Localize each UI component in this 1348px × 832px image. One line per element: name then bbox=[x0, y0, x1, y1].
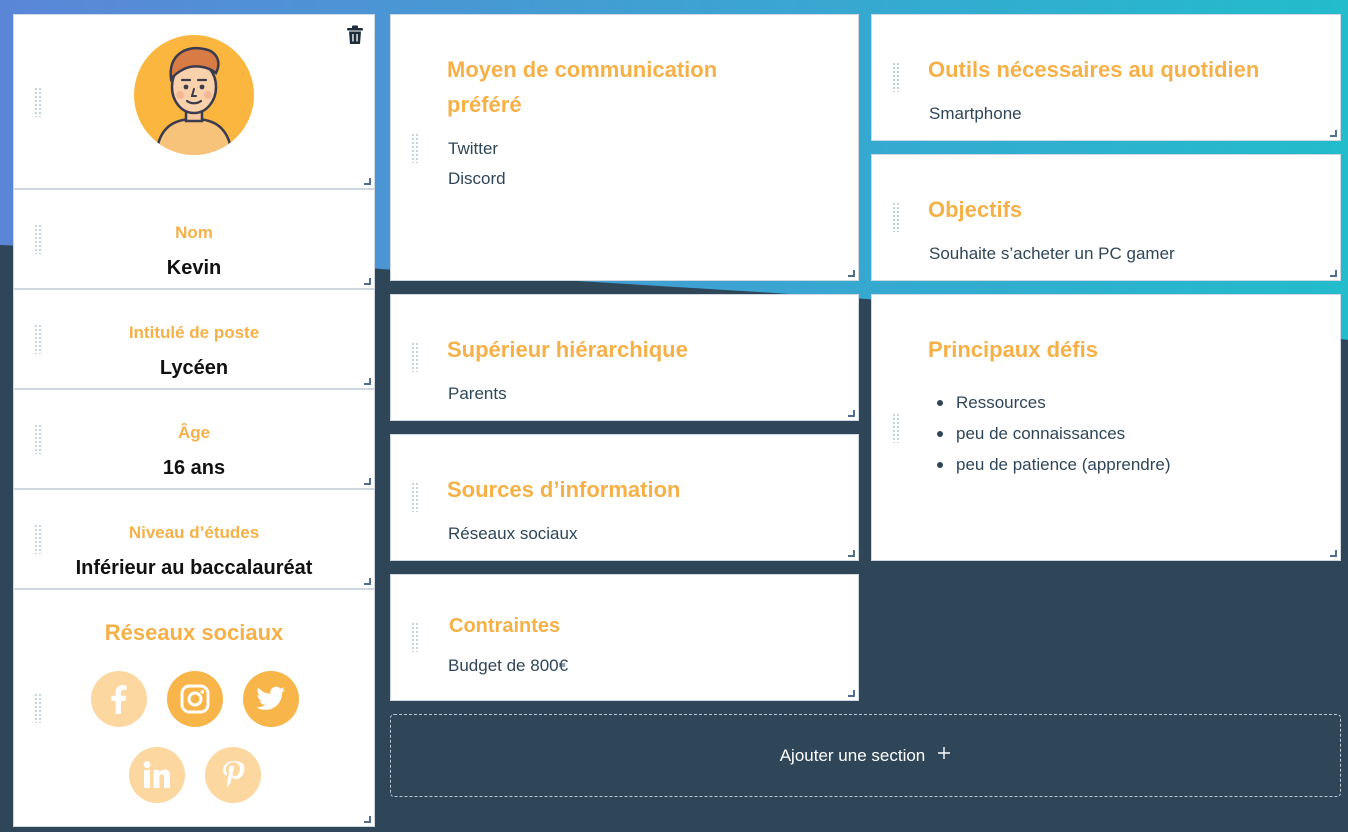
instagram-icon[interactable] bbox=[167, 671, 223, 727]
field-label: Niveau d’études bbox=[128, 523, 260, 542]
section-card-defis[interactable]: Principaux défis Ressources peu de conna… bbox=[871, 294, 1341, 561]
section-title: Contraintes bbox=[449, 615, 561, 637]
section-text: Réseaux sociaux bbox=[448, 524, 578, 543]
section-text: Parents bbox=[448, 384, 507, 403]
resize-handle[interactable] bbox=[848, 270, 855, 277]
drag-handle[interactable] bbox=[892, 62, 899, 92]
section-title: Principaux défis bbox=[928, 337, 1098, 362]
resize-handle[interactable] bbox=[364, 278, 371, 285]
trash-icon[interactable] bbox=[346, 25, 364, 45]
resize-handle[interactable] bbox=[364, 178, 371, 185]
section-title: Outils nécessaires au quotidien bbox=[928, 57, 1260, 82]
drag-handle[interactable] bbox=[411, 133, 418, 163]
avatar-card[interactable] bbox=[13, 14, 375, 189]
section-card-objectifs[interactable]: Objectifs Souhaite s’acheter un PC gamer bbox=[871, 154, 1341, 281]
add-section-label: Ajouter une section bbox=[779, 745, 926, 765]
drag-handle[interactable] bbox=[411, 342, 418, 372]
resize-handle[interactable] bbox=[848, 550, 855, 557]
resize-handle[interactable] bbox=[364, 378, 371, 385]
field-label: Âge bbox=[177, 423, 211, 442]
list-item: peu de connaissances bbox=[929, 418, 1171, 449]
resize-handle[interactable] bbox=[848, 690, 855, 697]
drag-handle[interactable] bbox=[892, 413, 899, 443]
section-card-superieur[interactable]: Supérieur hiérarchique Parents bbox=[390, 294, 859, 421]
section-title-line: Moyen de communication bbox=[447, 57, 718, 82]
section-list: Twitter Discord bbox=[448, 134, 506, 194]
field-card-nom[interactable]: Nom Kevin bbox=[13, 189, 375, 289]
social-title: Réseaux sociaux bbox=[104, 620, 284, 645]
section-title: Supérieur hiérarchique bbox=[447, 337, 688, 362]
facebook-icon[interactable] bbox=[91, 671, 147, 727]
resize-handle[interactable] bbox=[1330, 130, 1337, 137]
field-value: Lycéen bbox=[159, 357, 229, 379]
list-item: peu de patience (apprendre) bbox=[929, 449, 1171, 480]
list-item: Twitter bbox=[448, 139, 499, 158]
section-title: Moyen de communication préféré bbox=[447, 52, 717, 122]
drag-handle[interactable] bbox=[892, 202, 899, 232]
resize-handle[interactable] bbox=[1330, 270, 1337, 277]
section-title: Sources d’information bbox=[447, 477, 681, 502]
resize-handle[interactable] bbox=[364, 478, 371, 485]
section-title: Objectifs bbox=[928, 197, 1023, 222]
twitter-icon[interactable] bbox=[243, 671, 299, 727]
section-card-sources[interactable]: Sources d’information Réseaux sociaux bbox=[390, 434, 859, 561]
resize-handle[interactable] bbox=[1330, 550, 1337, 557]
section-text: Budget de 800€ bbox=[448, 656, 569, 675]
user-avatar-icon bbox=[134, 35, 254, 155]
field-card-niveau[interactable]: Niveau d’études Inférieur au baccalauréa… bbox=[13, 489, 375, 589]
resize-handle[interactable] bbox=[364, 816, 371, 823]
drag-handle[interactable] bbox=[34, 87, 41, 117]
field-value: Kevin bbox=[166, 257, 222, 279]
field-card-poste[interactable]: Intitulé de poste Lycéen bbox=[13, 289, 375, 389]
section-card-communication[interactable]: Moyen de communication préféré Twitter D… bbox=[390, 14, 859, 281]
section-title-line: préféré bbox=[447, 92, 522, 117]
field-label: Nom bbox=[175, 223, 213, 242]
pinterest-icon[interactable] bbox=[205, 747, 261, 803]
resize-handle[interactable] bbox=[364, 578, 371, 585]
section-text: Souhaite s’acheter un PC gamer bbox=[929, 244, 1175, 263]
field-label: Intitulé de poste bbox=[128, 323, 260, 342]
social-card[interactable]: Réseaux sociaux bbox=[13, 589, 375, 827]
list-item: Discord bbox=[448, 169, 506, 188]
bullet-list: Ressources peu de connaissances peu de p… bbox=[929, 387, 1171, 480]
section-card-contraintes[interactable]: Contraintes Budget de 800€ bbox=[390, 574, 859, 701]
plus-icon bbox=[937, 745, 951, 759]
linkedin-icon[interactable] bbox=[129, 747, 185, 803]
section-card-outils[interactable]: Outils nécessaires au quotidien Smartpho… bbox=[871, 14, 1341, 141]
drag-handle[interactable] bbox=[34, 693, 41, 723]
field-card-age[interactable]: Âge 16 ans bbox=[13, 389, 375, 489]
section-text: Smartphone bbox=[929, 104, 1022, 123]
drag-handle[interactable] bbox=[411, 622, 418, 652]
field-value: Inférieur au baccalauréat bbox=[75, 557, 313, 579]
resize-handle[interactable] bbox=[848, 410, 855, 417]
add-section-button[interactable]: Ajouter une section bbox=[390, 714, 1341, 797]
list-item: Ressources bbox=[929, 387, 1171, 418]
field-value: 16 ans bbox=[162, 457, 226, 479]
drag-handle[interactable] bbox=[411, 482, 418, 512]
